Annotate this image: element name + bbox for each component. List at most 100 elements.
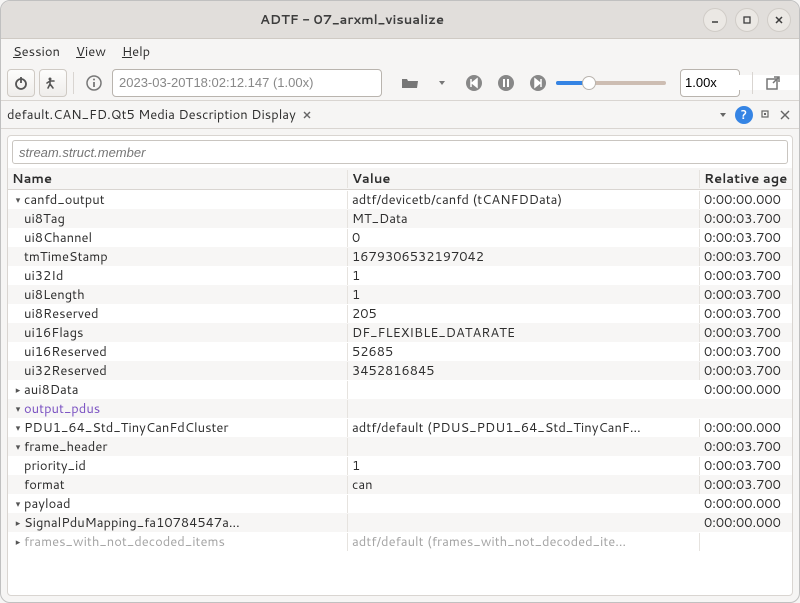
tree-grid[interactable]: Name Value Relative age ▾canfd_outputadt…: [8, 168, 792, 595]
tree-node-value: 1679306532197042: [348, 248, 700, 266]
tree-row[interactable]: ui32Id 10:00:03.700: [8, 266, 792, 285]
window-title: ADTF - 07_arxml_visualize: [260, 11, 444, 29]
tree-node-age: 0:00:00.000: [700, 495, 792, 513]
tree-node-name: frame_header: [24, 438, 107, 456]
tree-node-name: tmTimeStamp: [24, 248, 108, 266]
tree-row[interactable]: ▾output_pdus: [8, 399, 792, 418]
tree-node-age: 0:00:03.700: [700, 286, 792, 304]
tree-node-name: ui8Reserved: [24, 305, 99, 323]
tree-node-value: adtf/devicetb/canfd (tCANFDData): [348, 191, 700, 209]
maximize-button[interactable]: [735, 8, 759, 32]
tree-node-age: 0:00:03.700: [700, 248, 792, 266]
tree-node-value: 3452816845: [348, 362, 700, 380]
tree-node-age: 0:00:03.700: [700, 210, 792, 228]
tree-row[interactable]: ▾payload0:00:00.000: [8, 494, 792, 513]
tree-node-name: format: [24, 476, 65, 494]
panel-close-button[interactable]: [777, 107, 793, 123]
tab-label: default.CAN_FD.Qt5 Media Description Dis…: [7, 106, 296, 124]
menu-help[interactable]: Help: [116, 41, 156, 63]
expand-icon[interactable]: ▸: [12, 383, 24, 396]
tree-node-name: ui8Length: [24, 286, 85, 304]
collapse-icon[interactable]: ▾: [12, 193, 24, 206]
tab-media-display[interactable]: default.CAN_FD.Qt5 Media Description Dis…: [7, 106, 314, 124]
tree-row[interactable]: ui8Channel00:00:03.700: [8, 228, 792, 247]
collapse-icon[interactable]: ▾: [12, 440, 24, 453]
tree-node-value: DF_FLEXIBLE_DATARATE: [348, 324, 700, 342]
tree-row[interactable]: ▸aui8Data0:00:00.000: [8, 380, 792, 399]
skip-back-button[interactable]: [460, 69, 488, 97]
open-folder-button[interactable]: [396, 69, 424, 97]
collapse-icon[interactable]: ▾: [12, 497, 24, 510]
minimize-button[interactable]: [703, 8, 727, 32]
speed-spinner[interactable]: ▴ ▾: [680, 69, 740, 97]
tab-close-button[interactable]: [300, 108, 314, 122]
tree-node-age: 0:00:03.700: [700, 305, 792, 323]
tree-node-age: 0:00:03.700: [700, 229, 792, 247]
record-dropdown-button[interactable]: [428, 69, 456, 97]
close-button[interactable]: [767, 8, 791, 32]
tree-node-value: 205: [348, 305, 700, 323]
popout-button[interactable]: [759, 69, 787, 97]
tree-row[interactable]: ui8Tag MT_Data0:00:03.700: [8, 209, 792, 228]
expand-icon[interactable]: ▸: [12, 516, 24, 529]
collapse-icon[interactable]: ▾: [12, 402, 24, 415]
expand-icon[interactable]: ▸: [12, 535, 24, 548]
tree-node-name: priority_id: [24, 457, 86, 475]
tree-row[interactable]: tmTimeStamp 16793065321970420:00:03.700: [8, 247, 792, 266]
tree-node-value: 1: [348, 286, 700, 304]
tree-row[interactable]: ▸frames_with_not_decoded_items adtf/defau…: [8, 532, 792, 551]
tree-node-name: ui8Tag: [24, 210, 65, 228]
tree-node-age: 0:00:03.700: [700, 457, 792, 475]
tree-row[interactable]: ▾canfd_output adtf/devicetb/canfd (tCANFD…: [8, 190, 792, 209]
menu-view[interactable]: View: [70, 41, 112, 63]
filter-input[interactable]: [12, 140, 788, 164]
tree-node-name: frames_with_not_decoded_items: [24, 533, 225, 551]
tree-row[interactable]: ui8Reserved 2050:00:03.700: [8, 304, 792, 323]
tree-row[interactable]: ui16FlagsDF_FLEXIBLE_DATARATE0:00:03.700: [8, 323, 792, 342]
tree-node-name: aui8Data: [24, 381, 79, 399]
tree-row[interactable]: ui16Reserved526850:00:03.700: [8, 342, 792, 361]
tab-bar: default.CAN_FD.Qt5 Media Description Dis…: [1, 101, 799, 129]
tree-node-name: canfd_output: [24, 191, 105, 209]
timestamp-field[interactable]: [112, 69, 382, 97]
tree-node-age: 0:00:00.000: [700, 419, 792, 437]
tree-node-age: 0:00:03.700: [700, 343, 792, 361]
info-button[interactable]: [80, 69, 108, 97]
tree-node-value: 1: [348, 457, 700, 475]
tree-node-value: MT_Data: [348, 210, 700, 228]
tree-row[interactable]: ▸SignalPduMapping_fa10784547a…0:00:00.00…: [8, 513, 792, 532]
tree-node-value: adtf/default (PDUS_PDU1_64_Std_TinyCanF…: [348, 419, 700, 437]
tree-row[interactable]: priority_id 10:00:03.700: [8, 456, 792, 475]
help-button[interactable]: ?: [735, 106, 753, 124]
tree-node-name: PDU1_64_Std_TinyCanFdCluster: [24, 419, 229, 437]
menu-session[interactable]: Session: [7, 41, 66, 63]
tree-node-value: adtf/default (frames_with_not_decoded_it…: [348, 533, 700, 551]
tree-node-age: 0:00:00.000: [700, 191, 792, 209]
tree-row[interactable]: formatcan0:00:03.700: [8, 475, 792, 494]
titlebar: ADTF - 07_arxml_visualize: [1, 1, 799, 39]
tree-node-value: 1: [348, 267, 700, 285]
tree-node-name: ui32Id: [24, 267, 63, 285]
tree-node-name: output_pdus: [24, 400, 100, 418]
pin-button[interactable]: [757, 107, 773, 123]
col-header-value[interactable]: Value: [348, 170, 700, 188]
tree-node-age: 0:00:03.700: [700, 438, 792, 456]
col-header-age[interactable]: Relative age: [700, 170, 792, 188]
tree-row[interactable]: ui8Length 10:00:03.700: [8, 285, 792, 304]
collapse-icon[interactable]: ▾: [12, 421, 24, 434]
pause-button[interactable]: [492, 69, 520, 97]
power-button[interactable]: [7, 69, 35, 97]
run-button[interactable]: [39, 69, 67, 97]
tree-panel: Name Value Relative age ▾canfd_outputadt…: [7, 135, 793, 596]
tree-row[interactable]: ▾frame_header 0:00:03.700: [8, 437, 792, 456]
col-header-name[interactable]: Name: [8, 170, 348, 188]
tree-row[interactable]: ui32Reserved34528168450:00:03.700: [8, 361, 792, 380]
tree-node-age: 0:00:00.000: [700, 514, 792, 532]
tree-node-age: 0:00:03.700: [700, 267, 792, 285]
tree-row[interactable]: ▾PDU1_64_Std_TinyCanFdCluster adtf/defaul…: [8, 418, 792, 437]
tree-node-value: 52685: [348, 343, 700, 361]
skip-forward-button[interactable]: [524, 69, 552, 97]
panel-menu-button[interactable]: [715, 107, 731, 123]
volume-slider[interactable]: [556, 81, 666, 85]
menubar: Session View Help: [1, 39, 799, 65]
